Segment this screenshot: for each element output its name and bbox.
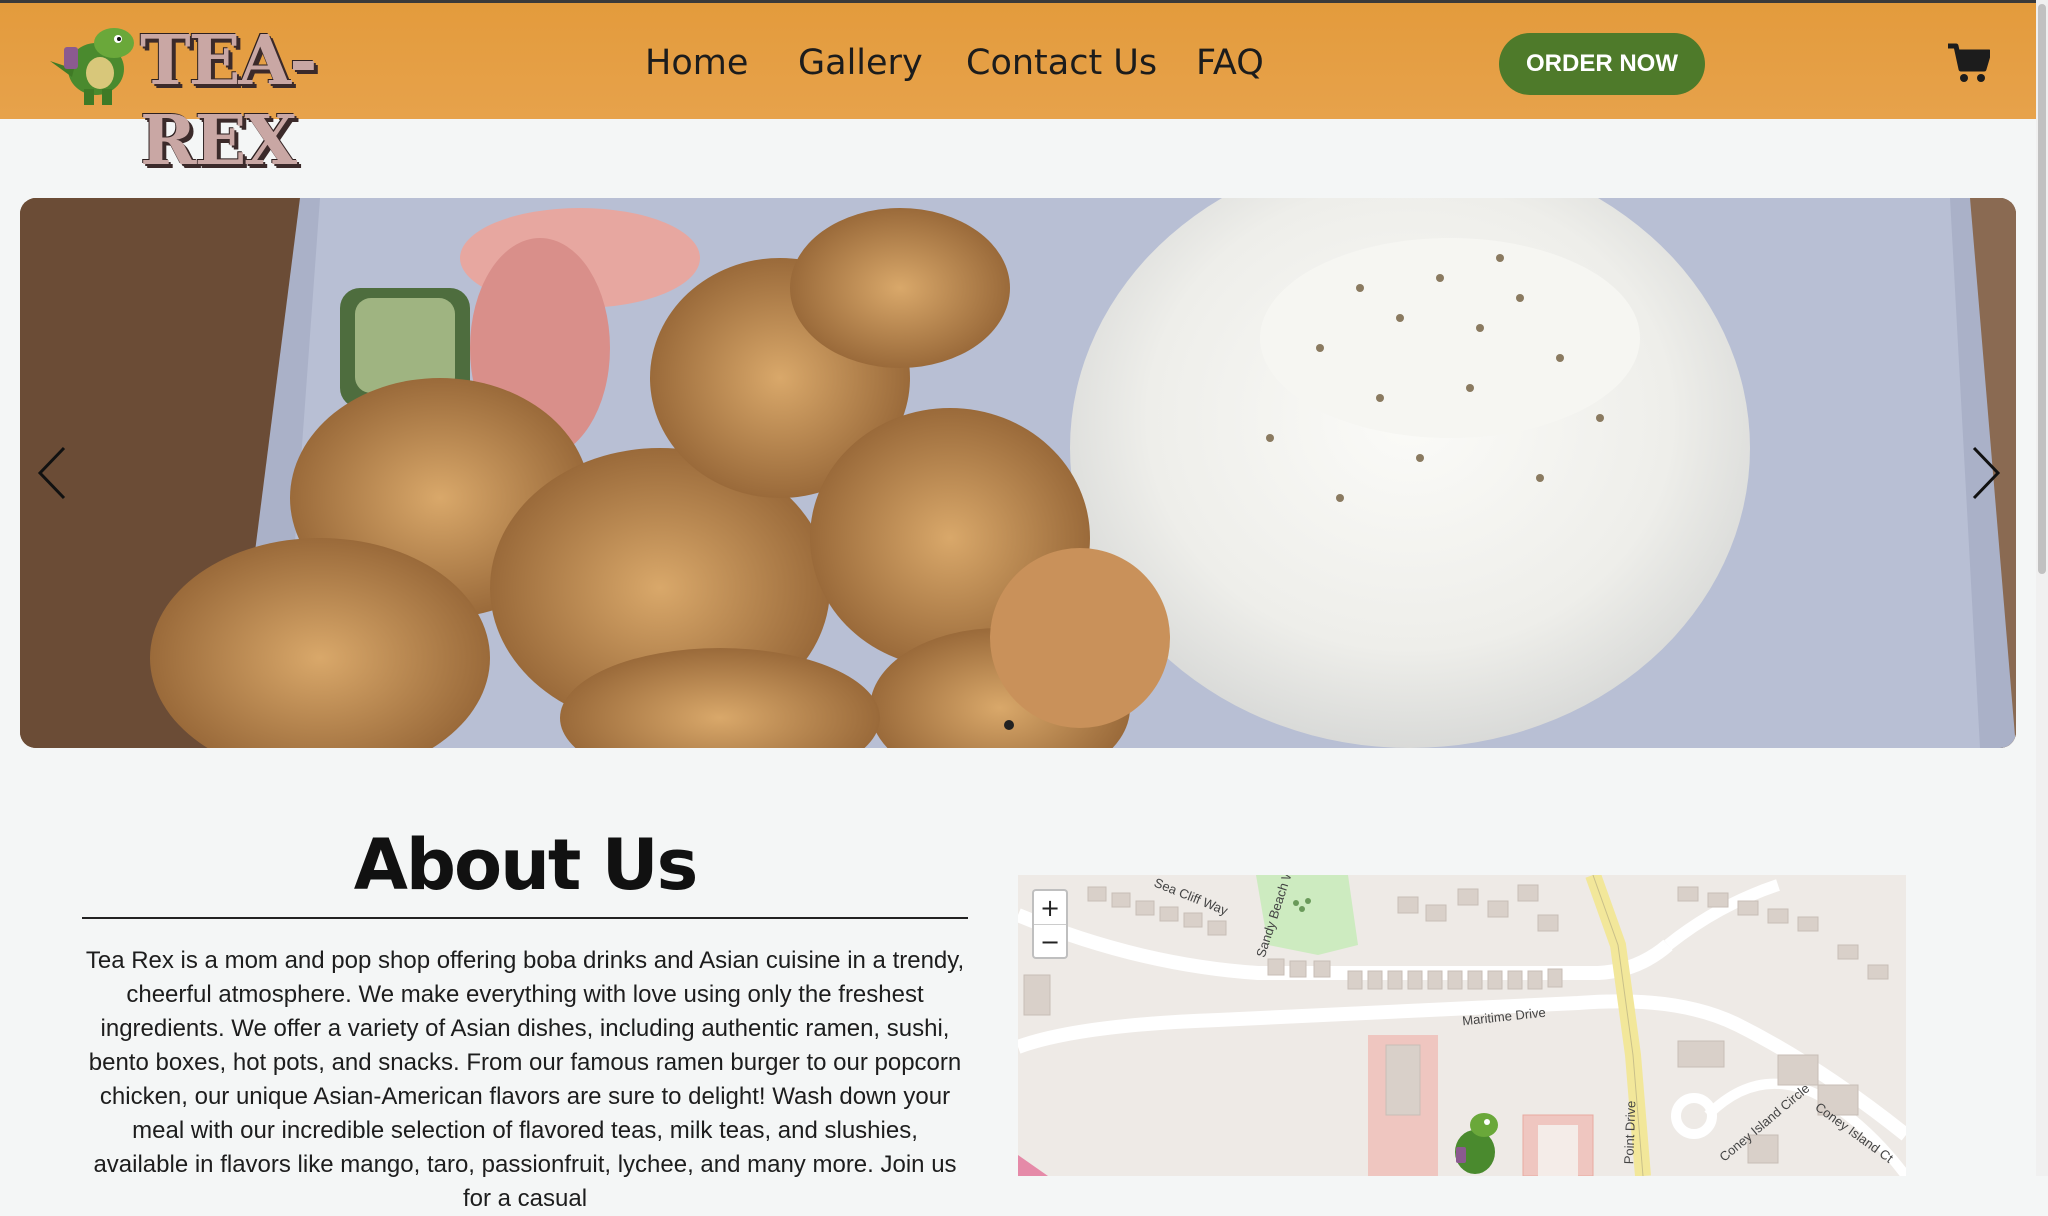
about-divider [82,917,968,919]
logo-wordmark: TEA-REX [140,21,317,181]
site-header: TEA-REX Home Gallery Contact Us FAQ ORDE… [0,0,2036,181]
about-us-paragraph: Tea Rex is a mom and pop shop offering b… [85,947,965,1212]
carousel-next-button[interactable] [1960,438,2010,508]
street-label-point-drive: Point Drive [1621,1100,1639,1165]
nav-contact-us[interactable]: Contact Us [966,33,1157,93]
tea-rex-logo[interactable]: TEA-REX [44,17,394,181]
order-now-button[interactable]: ORDER NOW [1499,33,1705,95]
carousel-food-photo [20,198,2016,748]
dinosaur-logo-icon [50,28,134,105]
map-zoom-out-button[interactable]: − [1034,925,1066,958]
location-map[interactable]: + − Sea Cliff Way Sandy Beach W Maritime… [1018,875,1906,1176]
image-carousel [20,198,2016,748]
carousel-prev-button[interactable] [28,438,78,508]
nav-gallery[interactable]: Gallery [798,33,923,93]
nav-faq[interactable]: FAQ [1196,33,1264,93]
scrollbar-thumb[interactable] [2038,4,2046,574]
about-us-heading: About Us [353,824,699,906]
map-zoom-control: + − [1032,889,1068,959]
page-scrollbar[interactable] [2036,0,2048,1176]
shopping-cart-icon[interactable] [1948,43,1990,83]
carousel-indicator-dot[interactable] [1004,720,1014,730]
nav-home[interactable]: Home [645,33,748,93]
map-zoom-in-button[interactable]: + [1034,891,1066,925]
